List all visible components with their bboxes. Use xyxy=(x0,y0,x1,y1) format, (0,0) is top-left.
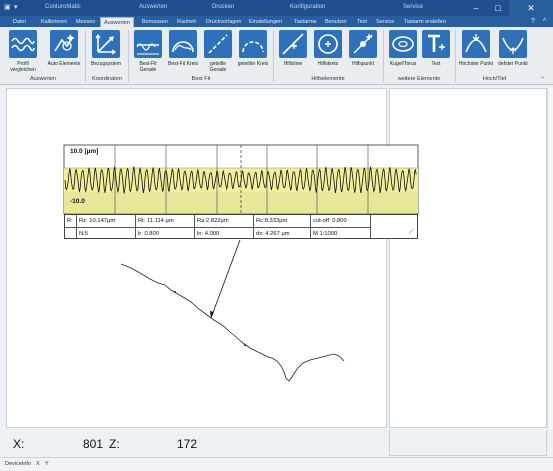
helper-line-icon xyxy=(279,30,307,58)
geteilte-gerade-button[interactable]: geteilte Gerade xyxy=(201,28,235,75)
group-hilfselemente: Hilfselemente xyxy=(311,76,345,82)
coordinate-panel-right xyxy=(389,430,547,456)
bestfit-circle-icon xyxy=(169,30,197,58)
result-cell-dx: dx: 4.267 µm xyxy=(254,227,311,239)
tab-rauheit[interactable]: Rauheit xyxy=(174,17,199,27)
bestfit-gerade-button[interactable]: Best-Fit Gerade xyxy=(131,28,165,75)
result-cell: R: xyxy=(65,215,77,227)
result-cell-cutoff: cut-off: 0.800 xyxy=(311,215,371,227)
help-icon[interactable]: ? xyxy=(528,17,538,27)
ribbon-tab-row: Datei Kalibrieren Messen Auswerten Bemas… xyxy=(0,16,553,27)
tab-kalibrieren[interactable]: Kalibrieren xyxy=(38,17,70,27)
z-coordinate-label: Z: xyxy=(109,437,120,451)
split-circle-icon xyxy=(239,30,267,58)
coordinate-system-icon xyxy=(92,30,120,58)
hilfslinie-button[interactable]: Hilfslinie xyxy=(276,28,310,75)
geteilter-kreis-button[interactable]: geteilter Kreis xyxy=(236,28,270,75)
hoechster-punkt-button[interactable]: Höchster Punkt xyxy=(458,28,494,75)
tab-tastarme[interactable]: Tastarme xyxy=(291,17,320,27)
vertical-scrollbar[interactable] xyxy=(547,88,553,428)
status-device-info: DeviceInfo xyxy=(5,461,31,467)
sphere-torus-icon xyxy=(389,30,417,58)
group-koordinaten: Koordinaten xyxy=(92,76,122,82)
tab-text[interactable]: Text xyxy=(354,17,370,27)
properties-panel xyxy=(389,88,547,428)
maximize-button[interactable]: □ xyxy=(487,0,509,16)
quick-access-dropdown-icon[interactable]: ▾ xyxy=(14,3,18,11)
result-cell-rc: Rc:8.333µm xyxy=(254,215,311,227)
auto-elemente-button[interactable]: Auto Elemente xyxy=(46,28,82,75)
tab-datei[interactable]: Datei xyxy=(10,17,29,27)
title-tab-drucken: Drucken xyxy=(212,4,235,10)
hilfspunkt-button[interactable]: Hilfspunkt xyxy=(346,28,380,75)
app-window: ▣ ▾ ConturoMatic Auswerten Drucken Konfi… xyxy=(0,0,553,471)
chart-y-top-label: 10.0 [µm] xyxy=(70,148,99,155)
ribbon: Profil vergleichen Auto Elemente Bezugsy… xyxy=(0,27,553,85)
status-y: Y xyxy=(45,461,49,467)
tab-auswerten[interactable]: Auswerten xyxy=(100,17,134,27)
result-cell-scale: M 1:1000 xyxy=(311,227,371,239)
title-tab-conturomatic: ConturoMatic xyxy=(45,4,81,10)
result-cell-rz: Rz: 10.147µm xyxy=(77,215,136,227)
tab-tastarm-erstellen[interactable]: Tastarm erstellen xyxy=(401,17,449,27)
ribbon-pin-icon[interactable]: ⌃ xyxy=(540,76,545,83)
measurement-canvas[interactable] xyxy=(6,88,387,428)
app-menu-icon[interactable]: ▣ xyxy=(4,3,11,11)
roughness-result-table: R: Rz: 10.147µm Rt: 11.114 µm Ra:2.822µm… xyxy=(64,214,418,239)
z-coordinate-value: 172 xyxy=(177,437,198,451)
resize-grip-icon[interactable]: ⟋ xyxy=(406,228,416,237)
coordinate-display: X: 801 Z: 172 xyxy=(6,430,387,456)
x-coordinate-value: 801 xyxy=(83,437,104,451)
profil-vergleichen-button[interactable]: Profil vergleichen xyxy=(4,28,42,75)
title-tab-auswerten: Auswerten xyxy=(139,4,168,10)
close-button[interactable]: ✕ xyxy=(509,0,553,16)
tab-einstellungen[interactable]: Einstellungen xyxy=(246,17,285,27)
text-button[interactable]: Text xyxy=(421,28,451,75)
kugel-torus-button[interactable]: Kugel/Torus xyxy=(386,28,420,75)
result-cell-lr: lr: 0.800 xyxy=(136,227,195,239)
auto-elements-icon xyxy=(50,30,78,58)
group-auswerten: Auswerten xyxy=(30,76,56,82)
helper-point-icon xyxy=(349,30,377,58)
result-cell-n: N:5 xyxy=(77,227,136,239)
title-tab-service: Service xyxy=(403,4,424,10)
tab-bemassen[interactable]: Bemassen xyxy=(139,17,171,27)
bestfit-line-icon xyxy=(134,30,162,58)
highest-point-icon xyxy=(462,30,490,58)
result-cell-rt: Rt: 11.114 µm xyxy=(136,215,195,227)
tab-service[interactable]: Service xyxy=(373,17,397,27)
result-cell-ra: Ra:2.822µm xyxy=(195,215,254,227)
status-bar: DeviceInfo X Y xyxy=(0,457,553,471)
x-coordinate-label: X: xyxy=(13,437,25,451)
title-tab-konfiguration: Konfiguration xyxy=(290,4,326,10)
profile-compare-icon xyxy=(9,30,37,58)
helper-circle-icon xyxy=(314,30,342,58)
group-weitere-elemente: weitere Elemente xyxy=(397,76,441,82)
split-line-icon xyxy=(204,30,232,58)
ribbon-collapse-icon[interactable]: ^ xyxy=(540,17,549,27)
chart-y-bottom-label: -10.0 xyxy=(70,198,85,205)
tab-druckvorlagen[interactable]: Druckvorlagen xyxy=(203,17,244,27)
text-icon xyxy=(422,30,450,58)
hilfskreis-button[interactable]: Hilfskreis xyxy=(311,28,345,75)
group-hoch-tief: Hoch/Tief xyxy=(482,76,507,82)
group-best-fit: Best Fit xyxy=(191,76,211,82)
bestfit-kreis-button[interactable]: Best-Fit Kreis xyxy=(166,28,200,75)
tab-benutzer[interactable]: Benutzer xyxy=(322,17,350,27)
minimize-button[interactable]: – xyxy=(465,0,487,16)
status-x: X xyxy=(36,461,40,467)
lowest-point-icon xyxy=(499,30,527,58)
tiefster-punkt-button[interactable]: tiefster Punkt xyxy=(495,28,531,75)
bezugsystem-button[interactable]: Bezugsystem xyxy=(88,28,124,75)
title-bar: ▣ ▾ ConturoMatic Auswerten Drucken Konfi… xyxy=(0,0,553,16)
tab-messen[interactable]: Messen xyxy=(73,17,98,27)
result-cell-ln: ln: 4.000 xyxy=(195,227,254,239)
